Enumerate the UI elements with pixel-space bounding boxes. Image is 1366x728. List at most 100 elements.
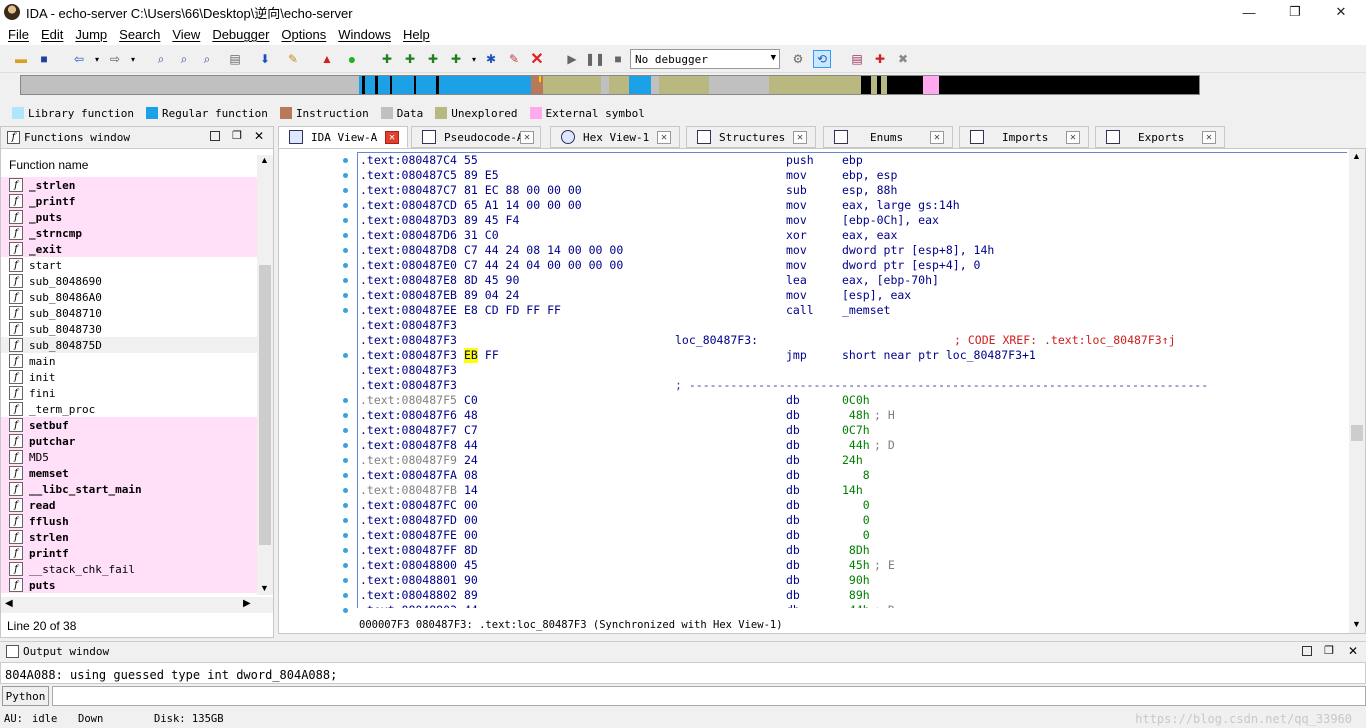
disasm-line[interactable]: .text:080487F8 44 db 44h ; D <box>360 438 1346 453</box>
back-dropdown-icon[interactable]: ▾ <box>88 50 106 68</box>
warning-icon[interactable]: ▲ <box>318 50 336 68</box>
breakpoint-list-icon[interactable]: ▤ <box>848 50 866 68</box>
disasm-line[interactable]: .text:080487CD 65 A1 14 00 00 00 mov eax, l… <box>360 198 1346 213</box>
menu-edit[interactable]: Edit <box>35 27 69 42</box>
function-list-item[interactable]: f main <box>1 353 257 369</box>
menu-debugger[interactable]: Debugger <box>206 27 275 42</box>
function-list-scrollbar[interactable]: ▲ ▼ <box>257 155 273 595</box>
menu-options[interactable]: Options <box>275 27 332 42</box>
function-list-item[interactable]: f sub_804875D <box>1 337 257 353</box>
breakpoint-dot-icon[interactable] <box>343 593 348 598</box>
breakpoint-dot-icon[interactable] <box>343 203 348 208</box>
disasm-line[interactable]: .text:080487FE 00 db 0 <box>360 528 1346 543</box>
tab-ida-view-a[interactable]: IDA View-A ✕ <box>278 126 408 148</box>
delete-icon[interactable]: ✕ <box>528 50 546 68</box>
tab-hex-view-1[interactable]: Hex View-1 ✕ <box>550 126 680 148</box>
function-list-item[interactable]: f sub_80486A0 <box>1 289 257 305</box>
function-list-item[interactable]: f printf <box>1 545 257 561</box>
function-list-item[interactable]: f init <box>1 369 257 385</box>
close-tab-icon[interactable]: ✕ <box>385 131 399 144</box>
menu-windows[interactable]: Windows <box>332 27 397 42</box>
disasm-line[interactable]: .text:080487FF 8D db 8Dh <box>360 543 1346 558</box>
menu-file[interactable]: File <box>2 27 35 42</box>
pause-icon[interactable]: ❚❚ <box>585 50 605 68</box>
breakpoint-dot-icon[interactable] <box>343 518 348 523</box>
function-list-item[interactable]: f start <box>1 257 257 273</box>
function-list-item[interactable]: f _strncmp <box>1 225 257 241</box>
disasm-line[interactable]: .text:080487FD 00 db 0 <box>360 513 1346 528</box>
scroll-down-icon[interactable]: ▼ <box>260 583 269 593</box>
disasm-line[interactable]: .text:080487F3 ; ------------------------… <box>360 378 1346 393</box>
breakpoint-dot-icon[interactable] <box>343 413 348 418</box>
function-list-item[interactable]: f strlen <box>1 529 257 545</box>
function-list-item[interactable]: f sub_8048690 <box>1 273 257 289</box>
create-dropdown-icon[interactable]: ▾ <box>465 50 483 68</box>
function-list-item[interactable]: f _term_proc <box>1 401 257 417</box>
breakpoint-dot-icon[interactable] <box>343 173 348 178</box>
panel-close-icon[interactable]: ✕ <box>1348 644 1358 658</box>
disassembly-scrollbar[interactable]: ▲ ▼ <box>1349 149 1365 633</box>
panel-float-icon[interactable]: ❐ <box>232 129 242 142</box>
function-list-item[interactable]: f __libc_start_main <box>1 481 257 497</box>
breakpoint-dot-icon[interactable] <box>343 473 348 478</box>
python-command-input[interactable] <box>52 686 1366 706</box>
create-string-icon[interactable]: ✚ <box>424 50 442 68</box>
scroll-up-icon[interactable]: ▲ <box>260 155 269 165</box>
function-list-item[interactable]: f _exit <box>1 241 257 257</box>
breakpoint-dot-icon[interactable] <box>343 488 348 493</box>
add-breakpoint-icon[interactable]: ✚ <box>871 50 889 68</box>
disasm-line[interactable]: .text:080487D3 89 45 F4 mov [ebp-0Ch], eax <box>360 213 1346 228</box>
scrollbar-thumb[interactable] <box>1351 425 1363 441</box>
back-arrow-icon[interactable]: ⇦ <box>70 50 88 68</box>
search-binary-icon[interactable]: ⌕ <box>152 50 170 68</box>
breakpoint-dot-icon[interactable] <box>343 533 348 538</box>
minimize-button[interactable]: — <box>1226 0 1272 24</box>
function-list-item[interactable]: f _puts <box>1 209 257 225</box>
breakpoint-dot-icon[interactable] <box>343 563 348 568</box>
disasm-line[interactable]: .text:080487F3 <box>360 318 1346 333</box>
edit-function-icon[interactable]: ✎ <box>505 50 523 68</box>
breakpoint-dot-icon[interactable] <box>343 503 348 508</box>
menu-view[interactable]: View <box>166 27 206 42</box>
open-folder-icon[interactable]: ▬ <box>12 50 30 68</box>
disasm-line[interactable]: .text:080487E0 C7 44 24 04 00 00 00 00 mov… <box>360 258 1346 273</box>
disasm-line[interactable]: .text:080487C5 89 E5 mov ebp, esp <box>360 168 1346 183</box>
function-list-item[interactable]: f MD5 <box>1 449 257 465</box>
breakpoint-dot-icon[interactable] <box>343 398 348 403</box>
disasm-line[interactable]: .text:080487F3 <box>360 363 1346 378</box>
breakpoint-dot-icon[interactable] <box>343 293 348 298</box>
scroll-right-icon[interactable]: ▶ <box>243 598 251 609</box>
function-list-item[interactable]: f _printf <box>1 193 257 209</box>
disasm-line[interactable]: .text:080487F5 C0 db 0C0h <box>360 393 1346 408</box>
forward-arrow-icon[interactable]: ⇨ <box>106 50 124 68</box>
breakpoint-dot-icon[interactable] <box>343 353 348 358</box>
tab-pseudocode-a[interactable]: Pseudocode-A ✕ <box>411 126 541 148</box>
panel-close-icon[interactable]: ✕ <box>254 129 264 143</box>
scroll-down-icon[interactable]: ▼ <box>1352 619 1361 629</box>
breakpoint-dot-icon[interactable] <box>343 578 348 583</box>
scroll-left-icon[interactable]: ◀ <box>5 598 13 609</box>
breakpoint-dot-icon[interactable] <box>343 233 348 238</box>
disasm-line[interactable]: .text:08048803 44 db 44h ; D <box>360 603 1346 608</box>
function-list-item[interactable]: f puts <box>1 577 257 593</box>
function-list-item[interactable]: f fflush <box>1 513 257 529</box>
create-code-icon[interactable]: ✚ <box>378 50 396 68</box>
debugger-select[interactable]: No debugger ▼ <box>630 49 780 69</box>
disasm-line[interactable]: .text:080487F9 24 db 24h <box>360 453 1346 468</box>
function-list-item[interactable]: f _strlen <box>1 177 257 193</box>
disasm-line[interactable]: .text:080487D8 C7 44 24 08 14 00 00 00 mov… <box>360 243 1346 258</box>
create-data-icon[interactable]: ✚ <box>401 50 419 68</box>
breakpoint-dot-icon[interactable] <box>343 308 348 313</box>
function-list-item[interactable]: f __stack_chk_fail <box>1 561 257 577</box>
forward-dropdown-icon[interactable]: ▾ <box>124 50 142 68</box>
stop-icon[interactable]: ■ <box>609 50 627 68</box>
create-function-icon[interactable]: ✱ <box>482 50 500 68</box>
breakpoint-dot-icon[interactable] <box>343 218 348 223</box>
function-list-item[interactable]: f read <box>1 497 257 513</box>
download-arrow-icon[interactable]: ⬇ <box>256 50 274 68</box>
disasm-line[interactable]: .text:080487FB 14 db 14h <box>360 483 1346 498</box>
tab-exports[interactable]: Exports ✕ <box>1095 126 1225 148</box>
function-list-item[interactable]: f sub_8048710 <box>1 305 257 321</box>
python-button[interactable]: Python <box>2 686 49 706</box>
function-list-item[interactable]: f putchar <box>1 433 257 449</box>
